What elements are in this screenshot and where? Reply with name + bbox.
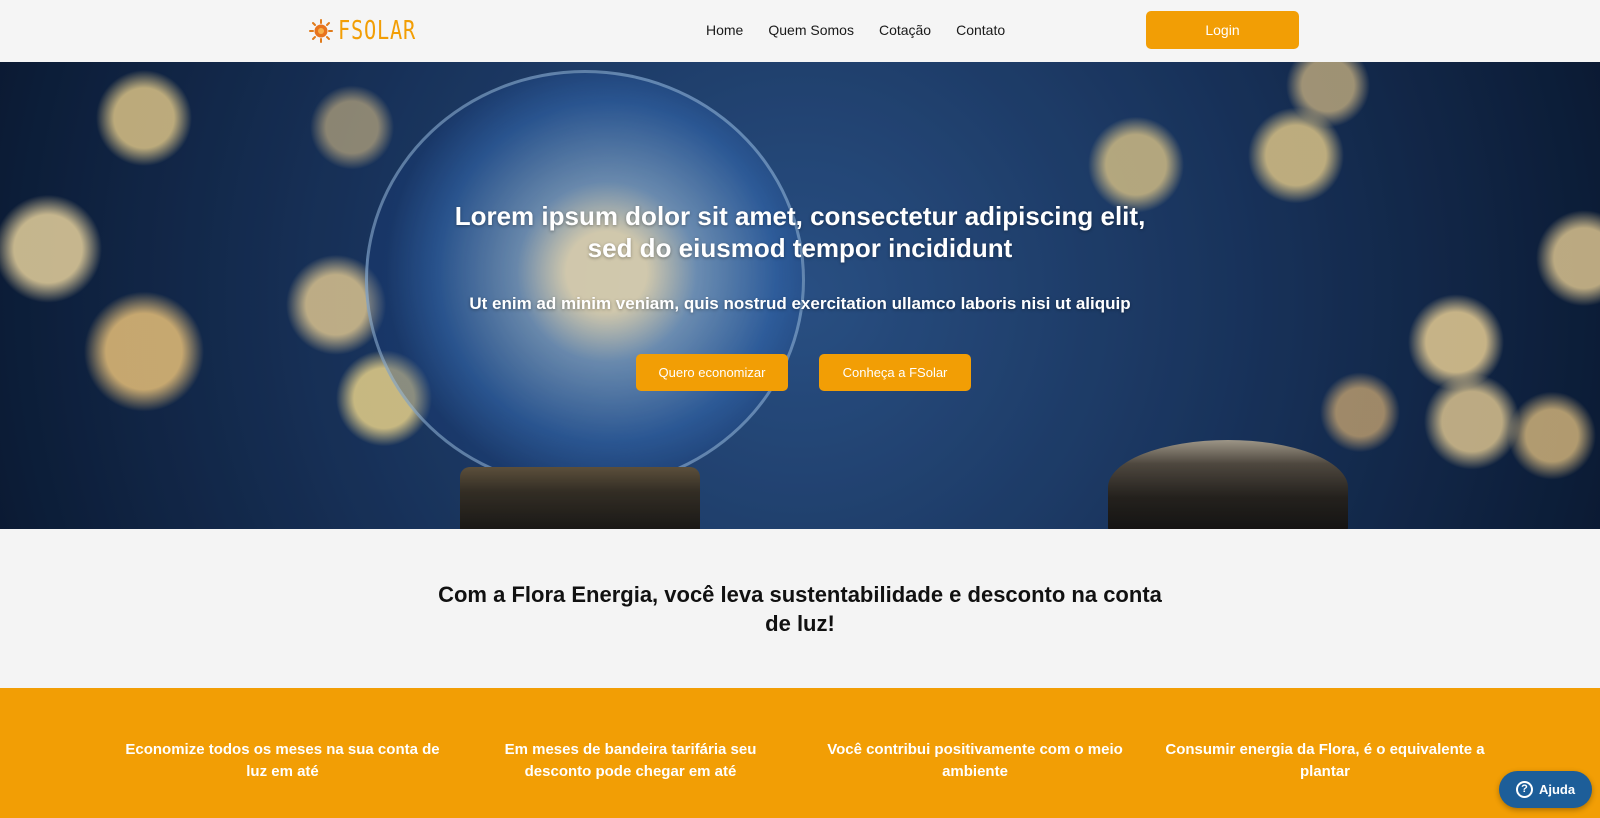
main-nav: Home Quem Somos Cotação Contato	[706, 20, 1005, 40]
nav-cotacao[interactable]: Cotação	[879, 20, 931, 40]
benefit-item: Você contribui positivamente com o meio …	[827, 741, 1123, 780]
quero-economizar-button[interactable]: Quero economizar	[636, 354, 788, 391]
hero-subtitle: Ut enim ad minim veniam, quis nostrud ex…	[469, 294, 1131, 313]
hero-title: Lorem ipsum dolor sit amet, consectetur …	[454, 201, 1146, 263]
benefits-section: Economize todos os meses na sua conta de…	[0, 688, 1600, 818]
hero-banner: Lorem ipsum dolor sit amet, consectetur …	[0, 62, 1600, 529]
logo-text: FSOLAR	[338, 16, 416, 46]
benefit-item: Em meses de bandeira tarifária seu desco…	[504, 741, 757, 780]
question-icon: ?	[1515, 781, 1533, 798]
benefit-item: Economize todos os meses na sua conta de…	[125, 741, 440, 780]
benefit-item: Consumir energia da Flora, é o equivalen…	[1165, 741, 1485, 780]
sun-icon	[309, 19, 333, 43]
conheca-fsolar-button[interactable]: Conheça a FSolar	[819, 354, 971, 391]
help-button[interactable]: ? Ajuda	[1499, 771, 1592, 808]
logo[interactable]: FSOLAR	[308, 14, 438, 48]
nav-contato[interactable]: Contato	[956, 20, 1005, 40]
tagline-heading: Com a Flora Energia, você leva sustentab…	[438, 582, 1162, 636]
site-header: FSOLAR Home Quem Somos Cotação Contato L…	[0, 0, 1600, 62]
login-button[interactable]: Login	[1146, 11, 1299, 49]
help-label: Ajuda	[1538, 782, 1576, 797]
nav-home[interactable]: Home	[706, 20, 743, 40]
nav-quem-somos[interactable]: Quem Somos	[768, 20, 854, 40]
